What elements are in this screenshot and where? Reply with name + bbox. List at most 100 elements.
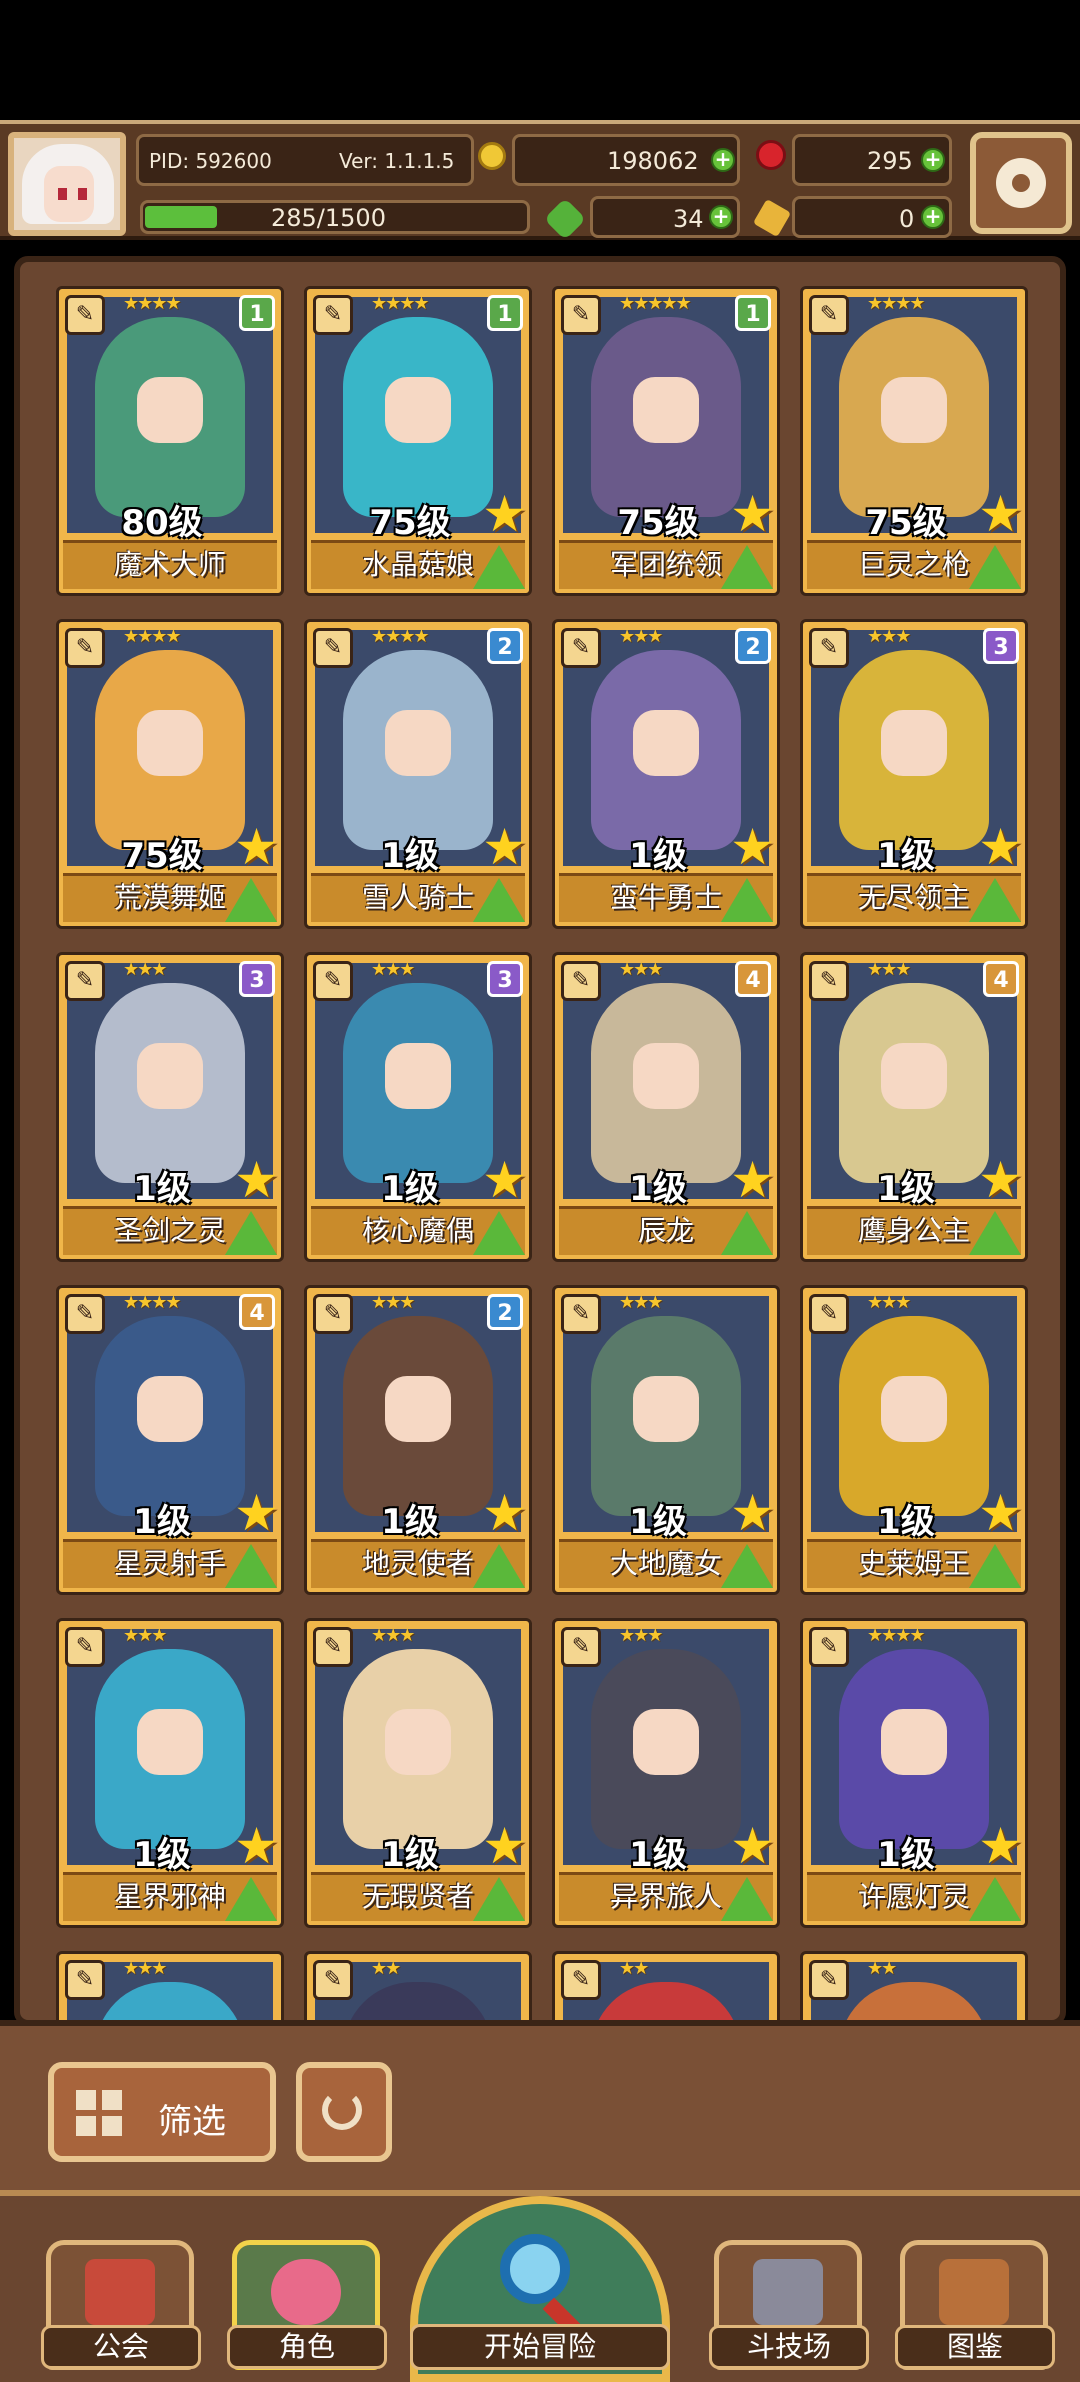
star-up-icon: ★ (482, 485, 527, 543)
book-icon (939, 2259, 1009, 2325)
character-card[interactable]: ✎ ★★★ 1级 ★ 星界邪神 (56, 1618, 284, 1928)
rarity-stars: ★★★★ (867, 1625, 926, 1646)
character-card[interactable]: ✎ ★★★ 4 1级 ★ 鹰身公主 (800, 952, 1028, 1262)
weapon-type-icon: ✎ (313, 1960, 353, 2000)
character-face (881, 1709, 947, 1775)
weapon-type-icon: ✎ (561, 1294, 601, 1334)
character-card[interactable]: ✎ ★★★★ 4 1级 ★ 星灵射手 (56, 1285, 284, 1595)
character-card[interactable]: ✎ ★★★ 1级 ★ 史莱姆王 (800, 1285, 1028, 1595)
star-up-icon: ★ (730, 818, 775, 876)
star-up-icon: ★ (482, 818, 527, 876)
bottom-nav: 公会 角色 开始冒险 斗技场 图鉴 (0, 2190, 1080, 2382)
character-card[interactable]: ✎ ★★★★ 1级 ★ 许愿灯灵 (800, 1618, 1028, 1928)
filter-label: 筛选 (158, 2102, 226, 2142)
add-gold-icon[interactable]: + (711, 148, 735, 172)
star-up-icon: ★ (730, 485, 775, 543)
rank-badge: 4 (983, 961, 1019, 997)
status-bar (0, 0, 1080, 120)
add-gem-icon[interactable]: + (921, 148, 945, 172)
upgrade-arrow-icon (721, 878, 773, 922)
character-face (137, 1043, 203, 1109)
character-card[interactable]: ✎ ★★★ 2 1级 ★ 蛮牛勇士 (552, 619, 780, 929)
start-adventure-button[interactable]: 开始冒险 (410, 2196, 670, 2382)
nav-arena[interactable]: 斗技场 (709, 2240, 869, 2370)
star-up-icon: ★ (482, 1817, 527, 1875)
filter-button[interactable]: 筛选 (48, 2062, 276, 2162)
character-card[interactable]: ✎ ★★★★ 1 80级 魔术大师 (56, 286, 284, 596)
character-card[interactable]: ✎ ★★★★ 1 75级 ★ 水晶菇娘 (304, 286, 532, 596)
id-version-bar: PID: 592600 Ver: 1.1.1.5 (136, 134, 474, 186)
character-card[interactable]: ✎ ★★ (800, 1951, 1028, 2020)
character-card[interactable]: ✎ ★★★ 1级 ★ 大地魔女 (552, 1285, 780, 1595)
upgrade-arrow-icon (969, 1211, 1021, 1255)
rarity-stars: ★★★ (123, 1625, 167, 1646)
upgrade-arrow-icon (225, 878, 277, 922)
weapon-type-icon: ✎ (313, 295, 353, 335)
rarity-stars: ★★★ (619, 626, 663, 647)
character-card[interactable]: ✎ ★★★ 1级 ★ 无瑕贤者 (304, 1618, 532, 1928)
sort-refresh-button[interactable] (296, 2062, 392, 2162)
star-up-icon: ★ (978, 818, 1023, 876)
nav-character[interactable]: 角色 (227, 2240, 387, 2370)
rank-badge: 3 (983, 628, 1019, 664)
character-face (385, 377, 451, 443)
star-up-icon: ★ (730, 1817, 775, 1875)
nav-codex-label: 图鉴 (895, 2325, 1055, 2369)
character-level: 80级 (121, 503, 203, 543)
settings-button[interactable] (970, 132, 1072, 234)
gold-bar: 198062 + (512, 134, 740, 186)
character-face (385, 710, 451, 776)
nav-codex[interactable]: 图鉴 (895, 2240, 1055, 2370)
player-avatar[interactable] (8, 132, 126, 236)
character-card[interactable]: ✎ ★★ (304, 1951, 532, 2020)
character-panel: ✎ ★★★★ 1 80级 魔术大师 ✎ ★★★★ 1 75级 ★ 水晶菇娘 ✎ ★★★★★ 1 75级 ★ 军团… (14, 256, 1066, 2026)
star-up-icon: ★ (978, 1151, 1023, 1209)
star-up-icon: ★ (234, 818, 279, 876)
rarity-stars: ★★★★ (867, 293, 926, 314)
character-card[interactable]: ✎ ★★ (552, 1951, 780, 2020)
character-card[interactable]: ✎ ★★★★ 75级 ★ 荒漠舞姬 (56, 619, 284, 929)
nav-character-label: 角色 (227, 2325, 387, 2369)
character-card[interactable]: ✎ ★★★★ 2 1级 ★ 雪人骑士 (304, 619, 532, 929)
rarity-stars: ★★★★ (371, 293, 430, 314)
rarity-stars: ★★★ (619, 959, 663, 980)
weapon-type-icon: ✎ (809, 1294, 849, 1334)
add-clover-icon[interactable]: + (709, 205, 733, 229)
rank-badge: 1 (487, 295, 523, 331)
xp-bar: 285/1500 (140, 200, 530, 234)
character-face (633, 1709, 699, 1775)
character-card[interactable]: ✎ ★★★ 3 1级 ★ 圣剑之灵 (56, 952, 284, 1262)
weapon-type-icon: ✎ (313, 961, 353, 1001)
character-card[interactable]: ✎ ★★★★★ 1 75级 ★ 军团统领 (552, 286, 780, 596)
guild-house-icon (85, 2259, 155, 2325)
nav-guild-label: 公会 (41, 2325, 201, 2369)
nav-guild[interactable]: 公会 (41, 2240, 201, 2370)
character-card[interactable]: ✎ ★★★★ 75级 ★ 巨灵之枪 (800, 286, 1028, 596)
gear-icon-hole (1012, 174, 1030, 192)
gem-bar: 295 + (792, 134, 952, 186)
weapon-type-icon: ✎ (809, 961, 849, 1001)
add-key-icon[interactable]: + (921, 205, 945, 229)
rank-badge: 3 (239, 961, 275, 997)
rarity-stars: ★★★ (867, 1292, 911, 1313)
star-up-icon: ★ (978, 485, 1023, 543)
magnifier-icon (500, 2234, 570, 2304)
star-up-icon: ★ (234, 1484, 279, 1542)
weapon-type-icon: ✎ (65, 1960, 105, 2000)
clover-amount: 34 (673, 205, 704, 233)
character-card[interactable]: ✎ ★★★ 3 1级 ★ 无尽领主 (800, 619, 1028, 929)
character-card[interactable]: ✎ ★★★ (56, 1951, 284, 2020)
character-face (137, 377, 203, 443)
rarity-stars: ★★ (867, 1958, 897, 1979)
start-adventure-label: 开始冒险 (410, 2324, 670, 2370)
character-card[interactable]: ✎ ★★★ 1级 ★ 异界旅人 (552, 1618, 780, 1928)
weapon-type-icon: ✎ (809, 1627, 849, 1667)
character-card[interactable]: ✎ ★★★ 4 1级 ★ 辰龙 (552, 952, 780, 1262)
character-card[interactable]: ✎ ★★★ 3 1级 ★ 核心魔偶 (304, 952, 532, 1262)
character-card[interactable]: ✎ ★★★ 2 1级 ★ 地灵使者 (304, 1285, 532, 1595)
rarity-stars: ★★★ (867, 626, 911, 647)
weapon-type-icon: ✎ (561, 628, 601, 668)
star-up-icon: ★ (234, 1151, 279, 1209)
version-text: Ver: 1.1.1.5 (339, 149, 455, 173)
weapon-type-icon: ✎ (809, 295, 849, 335)
